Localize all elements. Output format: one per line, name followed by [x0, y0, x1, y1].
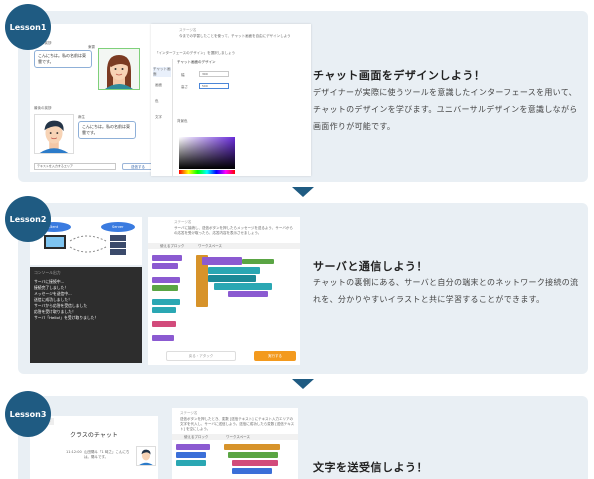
- block[interactable]: [176, 460, 206, 466]
- hue-slider[interactable]: [179, 170, 235, 174]
- tip-text: 今までの学習したことを使って、チャット画面を自由にデザインしよう: [179, 34, 291, 38]
- send-button[interactable]: 送信する: [122, 163, 154, 170]
- block[interactable]: [232, 460, 278, 466]
- tab-color[interactable]: 色: [155, 99, 159, 104]
- lesson1-panel: 最初の挨拶 こんにちは。私の名前は東雲です。 東雲 最後の挨拶: [18, 11, 588, 182]
- chat-bubble-2: こんにちは。私の名前は東雲です。: [78, 121, 136, 139]
- chat-title: クラスのチャット: [70, 432, 118, 439]
- block[interactable]: [152, 277, 180, 283]
- message-input[interactable]: テキストを入力するエリア: [34, 163, 116, 170]
- lesson2-block-editor: ステージ名 サーバに接続し、送信ボタンを押したらメッセージを送るよう、サーバから…: [148, 217, 300, 365]
- lesson2-console: コンソール出力 サーバに接続中... 接続完了しました！ メッセージを送信中..…: [30, 267, 142, 363]
- avatar-woman: [98, 48, 140, 90]
- block[interactable]: [208, 267, 260, 274]
- block[interactable]: [208, 275, 256, 282]
- work-header: ワークスペース: [226, 435, 250, 439]
- block[interactable]: [152, 307, 176, 313]
- stage-label: ステージ名: [174, 220, 192, 224]
- lesson1-badge: Lesson1: [5, 4, 51, 50]
- field-2-label: 高さ: [181, 85, 188, 89]
- lesson3-panel: テキスト クラスのチャット 11:12:00 山田陽斗「1 時之」こんにちは。陽…: [18, 396, 588, 479]
- block[interactable]: [242, 259, 274, 264]
- run-button[interactable]: 実行する: [254, 351, 296, 361]
- editor-header: 使えるブロック ワークスペース: [172, 434, 298, 440]
- section-label: 「インターフェースのデザイン」を選択しましょう: [155, 51, 236, 55]
- lesson2-description: チャットの裏側にある、サーバと自分の端末とのネットワーク接続の流れを、分かりやす…: [313, 278, 579, 304]
- man-avatar-icon: [139, 449, 153, 465]
- name-1: 東雲: [88, 45, 95, 49]
- height-field[interactable]: 500: [199, 83, 229, 89]
- lesson1-editor-screenshot: ステージ名 今までの学習したことを使って、チャット画面を自由にデザインしよう 「…: [151, 24, 311, 176]
- block[interactable]: [152, 335, 174, 341]
- tab-screen[interactable]: 画面: [155, 83, 162, 88]
- console-line-7: サーバ「Hello!」を受け取りました！: [34, 315, 99, 320]
- message-time: 11:12:00: [66, 450, 82, 454]
- lesson1-description: デザイナーが実際に使うツールを意識したインターフェースを用いて、チャットのデザイ…: [313, 88, 578, 131]
- lesson2-panel: Client Server コンソール出力 サーバに接続中... 接続完了しまし…: [18, 203, 588, 374]
- stage-text: サーバに接続し、送信ボタンを押したらメッセージを送るよう、サーバからの応答を受け…: [174, 226, 293, 235]
- block-header: 使えるブロック: [160, 244, 185, 248]
- tab-chat[interactable]: チャット画面: [153, 67, 171, 77]
- lesson3-block-editor: ステージ名 送信ボタンを押したとき、変数 [送信テキスト] にテキスト入力エリア…: [172, 408, 298, 479]
- block[interactable]: [228, 452, 278, 458]
- block[interactable]: [202, 257, 242, 265]
- back-button[interactable]: 戻る・アタック: [166, 351, 236, 361]
- stage-text: 送信ボタンを押したとき、変数 [送信テキスト] にテキスト入力エリアの文字を代入…: [180, 417, 295, 431]
- block[interactable]: [152, 255, 182, 261]
- tab-text[interactable]: 文字: [155, 115, 162, 120]
- lesson2-badge: Lesson2: [5, 196, 51, 242]
- block[interactable]: [176, 452, 206, 458]
- event-block[interactable]: [224, 444, 280, 450]
- block[interactable]: [152, 263, 178, 269]
- server-label: Server: [112, 225, 124, 229]
- woman-avatar-icon: [105, 55, 133, 89]
- label-mid: 最後の挨拶: [34, 106, 52, 110]
- color-label: 背景色: [177, 119, 188, 123]
- chat-bubble-1: こんにちは。私の名前は東雲です。: [34, 50, 92, 68]
- message-text: 山田陽斗「1 時之」こんにちは。陽斗です。: [84, 450, 130, 459]
- stage-label: ステージ名: [180, 411, 198, 415]
- width-field[interactable]: 300: [199, 71, 229, 77]
- lesson1-chat-screenshot: 最初の挨拶 こんにちは。私の名前は東雲です。 東雲 最後の挨拶: [30, 24, 158, 172]
- block[interactable]: [214, 283, 272, 290]
- man-avatar-icon: [39, 120, 69, 153]
- lesson2-title: サーバと通信しよう！: [313, 260, 428, 273]
- down-arrow-icon: [292, 379, 314, 389]
- lesson3-chat-screenshot: テキスト クラスのチャット 11:12:00 山田陽斗「1 時之」こんにちは。陽…: [30, 416, 158, 479]
- lesson3-badge: Lesson3: [5, 391, 51, 437]
- block[interactable]: [152, 285, 178, 291]
- block[interactable]: [152, 299, 180, 305]
- editor-header: 使えるブロック ワークスペース: [148, 243, 300, 249]
- name-2: 麻生: [78, 115, 85, 119]
- block[interactable]: [152, 321, 176, 327]
- console-title: コンソール出力: [34, 270, 61, 275]
- tip-label: ステージ名: [179, 28, 197, 32]
- block[interactable]: [228, 291, 268, 297]
- prop-title: チャット画面のデザイン: [177, 60, 216, 64]
- lesson1-title: チャット画面をデザインしよう！: [313, 69, 486, 82]
- work-header: ワークスペース: [198, 244, 222, 248]
- color-picker[interactable]: [179, 137, 235, 169]
- block[interactable]: [176, 444, 210, 450]
- avatar-man: [136, 446, 156, 466]
- down-arrow-icon: [292, 187, 314, 197]
- tab-column: チャット画面 画面 色 文字: [151, 59, 173, 176]
- block-header: 使えるブロック: [184, 435, 209, 439]
- block[interactable]: [232, 468, 272, 474]
- lesson3-title: 文字を送受信しよう！: [313, 461, 428, 474]
- avatar-man: [34, 114, 74, 154]
- field-1-label: 幅: [181, 73, 185, 77]
